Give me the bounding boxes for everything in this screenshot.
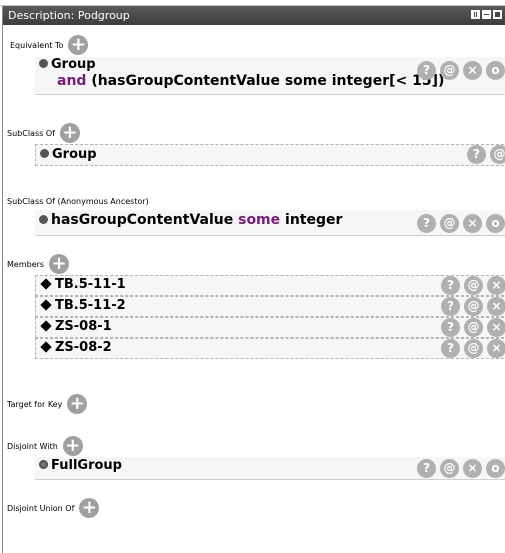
annotate-icon[interactable]: @: [464, 339, 483, 358]
equivalent-to-header: Equivalent To +: [10, 35, 89, 55]
disjoint-union-of-header: Disjoint Union Of +: [7, 498, 100, 518]
member-item[interactable]: TB.5-11-2 ? @ ×: [35, 296, 505, 317]
member-name: ZS-08-1: [55, 319, 112, 334]
member-name: TB.5-11-1: [55, 277, 126, 292]
equivalent-restriction: (hasGroupContentValue some integer[< 15]…: [91, 73, 445, 89]
anon-ancestor-label: SubClass Of (Anonymous Ancestor): [7, 197, 149, 206]
individual-icon: [40, 298, 52, 311]
help-icon[interactable]: ?: [417, 459, 436, 478]
disjoint-class-name: FullGroup: [51, 458, 122, 473]
anon-type: integer: [285, 212, 343, 228]
anon-property: hasGroupContentValue: [51, 212, 234, 228]
subclass-of-header: SubClass Of +: [7, 123, 80, 143]
subclass-of-item[interactable]: Group ? @: [35, 144, 505, 166]
member-name: ZS-08-2: [55, 340, 112, 355]
help-icon[interactable]: ?: [441, 276, 460, 295]
defined-class-icon: [39, 460, 48, 469]
members-label: Members: [7, 259, 45, 269]
help-icon[interactable]: ?: [441, 339, 460, 358]
description-panel: Description: Podgroup Equivalent To + Gr…: [2, 6, 505, 553]
disjoint-with-item[interactable]: FullGroup ? @ × o: [35, 457, 505, 480]
add-member-icon[interactable]: +: [49, 254, 70, 274]
add-key-icon[interactable]: +: [67, 394, 88, 414]
individual-icon: [40, 319, 52, 332]
anon-ancestor-item[interactable]: hasGroupContentValue some integer ? @ × …: [35, 210, 505, 236]
anon-ancestor-header: SubClass Of (Anonymous Ancestor): [7, 197, 149, 206]
add-disjoint-icon[interactable]: +: [62, 436, 83, 456]
panel-titlebar: Description: Podgroup: [3, 6, 505, 25]
individual-icon: [40, 340, 52, 353]
disjoint-union-of-label: Disjoint Union Of: [7, 503, 75, 513]
edit-icon[interactable]: o: [486, 214, 505, 233]
disjoint-with-label: Disjoint With: [7, 441, 58, 451]
annotate-icon[interactable]: @: [440, 214, 459, 233]
pin-view-icon[interactable]: [471, 10, 480, 19]
class-bullet-icon: [39, 59, 48, 68]
individual-icon: [40, 277, 52, 290]
delete-icon[interactable]: ×: [487, 297, 505, 316]
annotate-icon[interactable]: @: [440, 459, 459, 478]
maximize-view-icon[interactable]: [493, 10, 502, 19]
delete-icon[interactable]: ×: [487, 339, 505, 358]
add-equivalent-icon[interactable]: +: [68, 35, 89, 55]
help-icon[interactable]: ?: [417, 214, 436, 233]
delete-icon[interactable]: ×: [487, 318, 505, 337]
subclass-class-name: Group: [52, 147, 97, 162]
member-name: TB.5-11-2: [55, 298, 126, 313]
delete-icon[interactable]: ×: [463, 61, 482, 80]
help-icon[interactable]: ?: [467, 145, 486, 164]
target-for-key-header: Target for Key +: [7, 394, 88, 414]
annotate-icon[interactable]: @: [464, 318, 483, 337]
member-item[interactable]: ZS-08-1 ? @ ×: [35, 317, 505, 338]
class-bullet-icon: [40, 149, 49, 158]
help-icon[interactable]: ?: [441, 318, 460, 337]
add-subclass-icon[interactable]: +: [59, 123, 80, 143]
equivalent-class-name: Group: [51, 57, 96, 72]
delete-icon[interactable]: ×: [487, 276, 505, 295]
window-buttons: [471, 10, 502, 19]
member-item[interactable]: ZS-08-2 ? @ ×: [35, 338, 505, 359]
member-item[interactable]: TB.5-11-1 ? @ ×: [35, 275, 505, 296]
class-bullet-icon: [39, 214, 48, 224]
edit-icon[interactable]: o: [486, 459, 505, 478]
delete-icon[interactable]: ×: [463, 214, 482, 233]
members-header: Members +: [7, 254, 70, 274]
annotate-icon[interactable]: @: [490, 145, 505, 164]
edit-icon[interactable]: o: [486, 61, 505, 80]
target-for-key-label: Target for Key: [7, 399, 63, 409]
equivalent-to-item[interactable]: Group and (hasGroupContentValue some int…: [35, 57, 505, 95]
help-icon[interactable]: ?: [441, 297, 460, 316]
subclass-of-label: SubClass Of: [7, 128, 55, 138]
add-disjoint-union-icon[interactable]: +: [79, 498, 100, 518]
minimize-view-icon[interactable]: [482, 10, 491, 19]
some-keyword: some: [238, 212, 281, 228]
panel-title: Description: Podgroup: [8, 9, 130, 22]
annotate-icon[interactable]: @: [464, 297, 483, 316]
disjoint-with-header: Disjoint With +: [7, 436, 83, 456]
help-icon[interactable]: ?: [417, 61, 436, 80]
annotate-icon[interactable]: @: [464, 276, 483, 295]
annotate-icon[interactable]: @: [440, 61, 459, 80]
and-keyword: and: [57, 73, 87, 89]
equivalent-to-label: Equivalent To: [10, 40, 64, 50]
delete-icon[interactable]: ×: [463, 459, 482, 478]
